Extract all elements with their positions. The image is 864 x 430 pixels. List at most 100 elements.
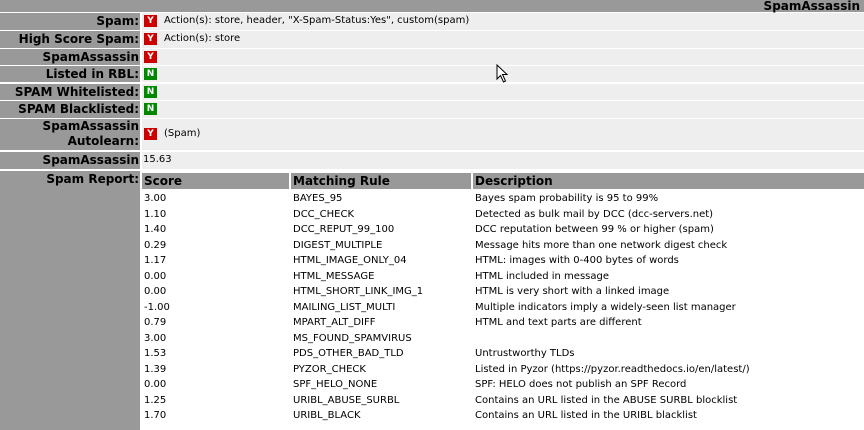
field-label: SpamAssassin Spam: [0,49,140,80]
cell-score: 1.17 [144,255,167,266]
field-label-line2: Autolearn: [67,134,139,148]
cell-rule: HTML_SHORT_LINK_IMG_1 [293,286,424,297]
field-value: N [142,101,864,118]
table-row: 1.70 URIBL_BLACK Contains an URL listed in… [142,408,864,424]
cell-score: 0.79 [144,317,167,328]
cell-rule: URIBL_ABUSE_SURBL [293,394,400,406]
cell-description: Message hits more than one network diges… [475,239,728,251]
cell-description: Detected as bulk mail by DCC (dcc-server… [475,208,714,220]
score-value: 15.63 [143,154,172,165]
cell-score: 0.00 [144,286,167,297]
cell-score: 0.00 [144,379,167,390]
table-row: 3.00 BAYES_95 Bayes spam probability is 95… [142,191,864,207]
cell-rule: HTML_IMAGE_ONLY_04 [293,255,407,266]
mouse-pointer-icon [496,64,509,83]
field-text: (Spam) [164,128,201,139]
field-label: Listed in RBL: [0,66,140,82]
cell-rule: HTML_MESSAGE [293,270,375,282]
field-text: Action(s): store, header, "X-Spam-Status… [164,15,470,26]
field-row-spam-whitelisted: SPAM Whitelisted: N [0,84,864,100]
cell-score: 1.10 [144,208,167,220]
cell-description: Multiple indicators imply a widely-seen … [475,301,736,313]
cell-description: Contains an URL listed in the ABUSE SURB… [475,394,738,406]
table-row: 3.00 MS_FOUND_SPAMVIRUS [142,331,864,347]
field-label: SpamAssassin Autolearn: [0,119,140,150]
table-row: 1.53 PDS_OTHER_BAD_TLD Untrustworthy TLDs [142,346,864,362]
field-value: N [142,84,864,100]
cell-description: SPF: HELO does not publish an SPF Record [475,379,687,390]
cell-description: Contains an URL listed in the URIBL blac… [475,410,697,421]
cell-description: Listed in Pyzor (https://pyzor.readthedo… [475,363,750,375]
column-header-description: Description [473,173,864,189]
section-header: SpamAssassin [0,0,864,13]
cell-description: DCC reputation between 99 % or higher (s… [475,224,714,235]
table-row: 1.25 URIBL_ABUSE_SURBL Contains an URL lis… [142,393,864,409]
field-row-spam: Spam: Y Action(s): store, header, "X-Spa… [0,13,864,30]
cell-rule: MAILING_LIST_MULTI [293,301,396,313]
field-label: SPAM Whitelisted: [0,84,140,100]
field-value: Y (Spam) [142,119,864,150]
flag-yes-badge: Y [144,128,157,140]
flag-no-badge: N [144,68,157,80]
table-row: 0.00 HTML_MESSAGE HTML included in message [142,269,864,285]
field-value: Y Action(s): store, header, "X-Spam-Stat… [142,13,864,30]
field-row-spam-blacklisted: SPAM Blacklisted: N [0,101,864,118]
field-row-high-score-spam: High Score Spam: Y Action(s): store [0,31,864,48]
table-row: 1.10 DCC_CHECK Detected as bulk mail by DC… [142,207,864,223]
field-row-spamassassin-spam: SpamAssassin Spam: Y [0,49,864,80]
field-row-autolearn: SpamAssassin Autolearn: Y (Spam) [0,119,864,150]
cell-rule: MPART_ALT_DIFF [293,317,376,328]
column-header-score: Score [142,173,289,189]
flag-yes-badge: Y [144,15,157,27]
table-row: 1.39 PYZOR_CHECK Listed in Pyzor (https://… [142,362,864,378]
table-row: 0.00 HTML_SHORT_LINK_IMG_1 HTML is very sh… [142,284,864,300]
cell-rule: DIGEST_MULTIPLE [293,239,383,251]
cell-rule: SPF_HELO_NONE [293,379,378,390]
column-header-matching-rule: Matching Rule [291,173,471,189]
report-label: Spam Report: [46,172,139,186]
cell-description: Untrustworthy TLDs [475,348,575,359]
cell-rule: DCC_REPUT_99_100 [293,224,395,235]
table-row: -1.00 MAILING_LIST_MULTI Multiple indicato… [142,300,864,316]
cell-score: 0.29 [144,239,167,251]
cell-score: -1.00 [144,301,170,313]
cell-score: 1.40 [144,224,167,235]
table-row: 1.17 HTML_IMAGE_ONLY_04 HTML: images with … [142,253,864,269]
cell-description: HTML included in message [475,270,609,282]
flag-yes-badge: Y [144,33,157,45]
cell-description: HTML: images with 0-400 bytes of words [475,255,679,266]
report-label-column: Spam Report: [0,171,140,430]
field-label: SPAM Blacklisted: [0,101,140,118]
cell-description: HTML and text parts are different [475,317,642,328]
cell-score: 1.25 [144,394,167,406]
flag-no-badge: N [144,86,157,98]
cell-description: HTML is very short with a linked image [475,286,670,297]
cell-rule: DCC_CHECK [293,208,355,220]
field-label-line1: SpamAssassin [42,119,139,133]
flag-yes-badge: Y [144,51,157,63]
cell-score: 1.70 [144,410,167,421]
flag-no-badge: N [144,103,157,115]
cell-rule: URIBL_BLACK [293,410,361,421]
field-label: SpamAssassin Score: [0,152,140,183]
cell-rule: PYZOR_CHECK [293,363,366,375]
cell-score: 1.39 [144,363,167,375]
cell-rule: MS_FOUND_SPAMVIRUS [293,332,412,344]
cell-score: 3.00 [144,193,167,204]
table-row: 0.29 DIGEST_MULTIPLE Message hits more tha… [142,238,864,254]
cell-score: 1.53 [144,348,167,359]
table-row: 0.00 SPF_HELO_NONE SPF: HELO does not publ… [142,377,864,393]
table-row: 0.79 MPART_ALT_DIFF HTML and text parts ar… [142,315,864,331]
cell-score: 0.00 [144,270,167,282]
cell-rule: BAYES_95 [293,193,343,204]
field-value: 15.63 [142,152,864,169]
field-row-score: SpamAssassin Score: 15.63 [0,152,864,183]
field-label: High Score Spam: [0,31,140,48]
section-title: SpamAssassin [763,0,860,13]
cell-description: Bayes spam probability is 95 to 99% [475,193,659,204]
field-value: Y [142,49,864,65]
field-value: Y Action(s): store [142,31,864,48]
field-text: Action(s): store [164,33,241,44]
cell-rule: PDS_OTHER_BAD_TLD [293,348,404,359]
table-row: 1.40 DCC_REPUT_99_100 DCC reputation betwe… [142,222,864,238]
